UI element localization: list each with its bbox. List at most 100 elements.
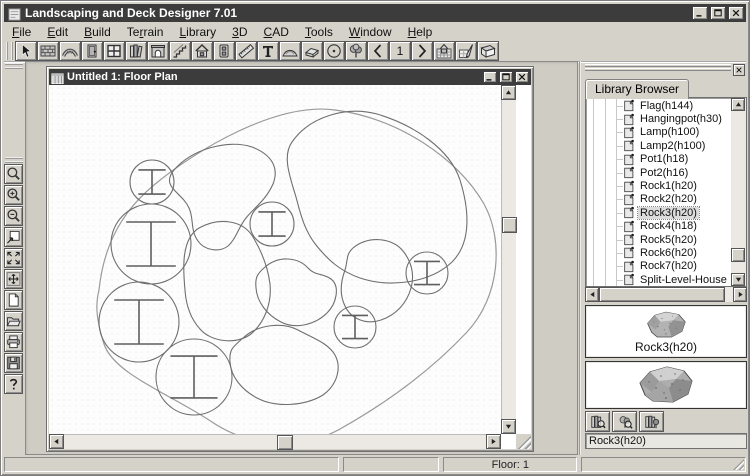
floor-plan-canvas[interactable]: [49, 85, 516, 434]
tree-item-pot1-h18-[interactable]: Pot1(h18): [586, 153, 731, 166]
terrain-tool-button[interactable]: [279, 41, 301, 61]
house-wizard-button[interactable]: [191, 41, 213, 61]
tree-item-flag-h144-[interactable]: Flag(h144): [586, 99, 731, 112]
garden-bed-5[interactable]: [341, 240, 412, 322]
scroll-up-button[interactable]: [501, 85, 516, 100]
document-maximize-button[interactable]: [499, 71, 513, 83]
minimize-button[interactable]: [692, 6, 708, 20]
side-toolbar-grip-2[interactable]: [5, 157, 23, 163]
plant-symbol-1[interactable]: [130, 160, 174, 204]
overview-button[interactable]: [477, 41, 499, 61]
cad-detail-button[interactable]: [455, 41, 477, 61]
horizontal-scrollbar-track[interactable]: [64, 434, 486, 449]
tree-item-hangingpot-h30-[interactable]: Hangingpot(h30): [586, 112, 731, 125]
tab-library-browser[interactable]: Library Browser: [585, 79, 689, 99]
menu-build[interactable]: Build: [76, 24, 119, 40]
floor-indicator[interactable]: 1: [389, 41, 411, 61]
document-minimize-button[interactable]: [483, 71, 497, 83]
fireplace-tool-button[interactable]: [147, 41, 169, 61]
curved-wall-tool-button[interactable]: [59, 41, 81, 61]
window-titlebar[interactable]: Landscaping and Deck Designer 7.01: [4, 4, 746, 22]
tree-horizontal-scrollbar[interactable]: [585, 287, 747, 302]
tree-item-rock2-h20-[interactable]: Rock2(h20): [586, 193, 731, 206]
new-plan-button[interactable]: [4, 290, 23, 310]
tree-item-rock6-h20-[interactable]: Rock6(h20): [586, 246, 731, 259]
save-button[interactable]: [4, 353, 23, 373]
zoom-tool-button[interactable]: [4, 164, 23, 184]
tree-item-rock4-h18-[interactable]: Rock4(h18): [586, 220, 731, 233]
plant-symbol-4[interactable]: [156, 339, 232, 415]
plant-tool-button[interactable]: [345, 41, 367, 61]
library-browse-button[interactable]: [639, 411, 664, 432]
menu-window[interactable]: Window: [341, 24, 400, 40]
tree-item-rock5-h20-[interactable]: Rock5(h20): [586, 233, 731, 246]
text-tool-button[interactable]: [257, 41, 279, 61]
garden-bed-1[interactable]: [287, 111, 467, 283]
tree-item-lamp-h100-[interactable]: Lamp(h100): [586, 126, 731, 139]
tree-item-rock3-h20-[interactable]: Rock3(h20): [586, 206, 731, 219]
menu-tools[interactable]: Tools: [297, 24, 341, 40]
window-resize-grip[interactable]: [516, 434, 531, 449]
garden-bed-2[interactable]: [169, 144, 275, 250]
floor-down-button[interactable]: [367, 41, 389, 61]
menu-file[interactable]: File: [4, 24, 39, 40]
library-panel-grip[interactable]: [585, 64, 745, 76]
horizontal-scrollbar-thumb[interactable]: [277, 435, 293, 450]
sprinkler-tool-button[interactable]: [323, 41, 345, 61]
tree-vertical-scrollbar[interactable]: [731, 98, 746, 286]
wall-tool-button[interactable]: [37, 41, 59, 61]
select-tool-button[interactable]: [15, 41, 37, 61]
tree-scroll-left-button[interactable]: [585, 287, 599, 302]
plant-symbol-6[interactable]: [334, 306, 376, 348]
tree-item-lamp2-h100-[interactable]: Lamp2(h100): [586, 139, 731, 152]
cabinet-tool-button[interactable]: [125, 41, 147, 61]
close-button[interactable]: [728, 6, 744, 20]
floor-up-button[interactable]: [411, 41, 433, 61]
scroll-down-button[interactable]: [501, 419, 516, 434]
tree-item-pot2-h16-[interactable]: Pot2(h16): [586, 166, 731, 179]
menu-help[interactable]: Help: [400, 24, 441, 40]
fill-window-button[interactable]: [4, 248, 23, 268]
tree-scroll-down-button[interactable]: [731, 273, 745, 286]
library-search-button[interactable]: [585, 411, 610, 432]
open-plan-button[interactable]: [4, 311, 23, 331]
tree-item-rock1-h20-[interactable]: Rock1(h20): [586, 179, 731, 192]
toolbar-grip[interactable]: [6, 42, 13, 60]
tree-item-rock7-h20-[interactable]: Rock7(h20): [586, 260, 731, 273]
document-close-button[interactable]: [515, 71, 529, 83]
zoom-in-button[interactable]: [4, 185, 23, 205]
electrical-tool-button[interactable]: [213, 41, 235, 61]
menu-terrain[interactable]: Terrain: [119, 24, 172, 40]
reference-grid-button[interactable]: [433, 41, 455, 61]
help-button[interactable]: [4, 374, 23, 394]
tree-scroll-up-button[interactable]: [731, 98, 745, 111]
library-panel-close-button[interactable]: [733, 64, 745, 76]
tree-scrollbar-thumb[interactable]: [731, 248, 745, 262]
document-titlebar[interactable]: Untitled 1: Floor Plan: [49, 69, 531, 85]
garden-bed-4[interactable]: [256, 259, 337, 326]
maximize-button[interactable]: [710, 6, 726, 20]
slab-tool-button[interactable]: [301, 41, 323, 61]
plant-symbol-2[interactable]: [111, 204, 191, 284]
floor-plan-drawing[interactable]: [49, 85, 516, 434]
zoom-out-button[interactable]: [4, 206, 23, 226]
stairs-tool-button[interactable]: [169, 41, 191, 61]
tree-scroll-right-button[interactable]: [733, 287, 747, 302]
plant-finder-button[interactable]: [612, 411, 637, 432]
pan-button[interactable]: [4, 269, 23, 289]
menu-3d[interactable]: 3D: [224, 24, 255, 40]
menu-edit[interactable]: Edit: [39, 24, 76, 40]
menu-cad[interactable]: CAD: [256, 24, 297, 40]
plant-symbol-5[interactable]: [250, 202, 294, 246]
tree-item-split-level-house[interactable]: Split-Level-House: [586, 273, 731, 286]
vertical-scrollbar-thumb[interactable]: [502, 217, 517, 233]
dimension-tool-button[interactable]: [235, 41, 257, 61]
door-tool-button[interactable]: [81, 41, 103, 61]
menu-library[interactable]: Library: [171, 24, 224, 40]
window-tool-button[interactable]: [103, 41, 125, 61]
tree-hscrollbar-thumb[interactable]: [599, 287, 725, 302]
scroll-right-button[interactable]: [486, 434, 501, 449]
scroll-left-button[interactable]: [49, 434, 64, 449]
print-button[interactable]: [4, 332, 23, 352]
zoom-region-button[interactable]: [4, 227, 23, 247]
